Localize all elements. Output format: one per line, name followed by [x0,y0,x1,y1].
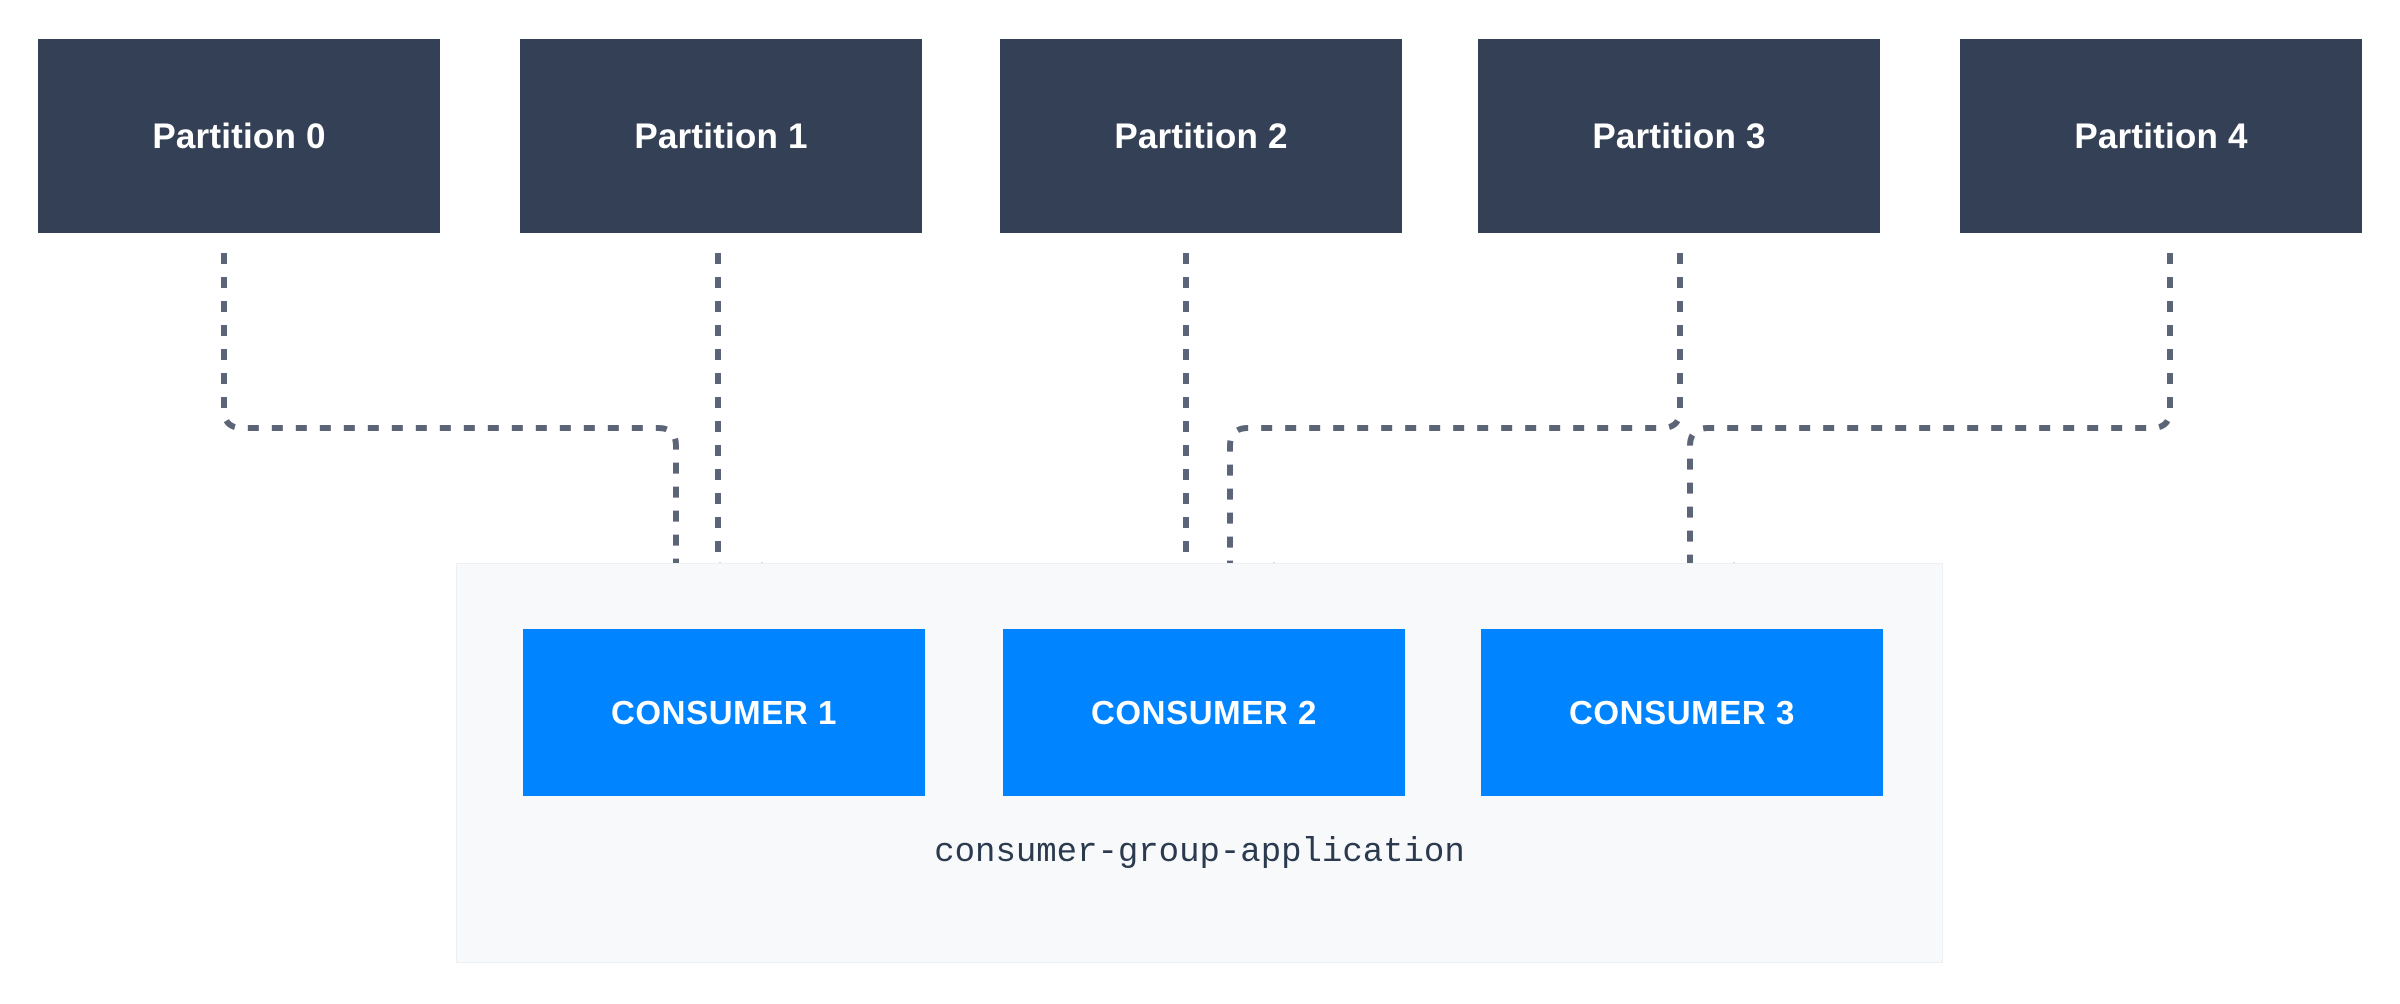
consumer-label-1: CONSUMER 1 [610,694,838,731]
consumer-label-3: CONSUMER 3 [1568,694,1796,731]
partition-label-0: Partition 0 [152,116,326,156]
partition-box-3[interactable]: Partition 3 [1478,39,1880,233]
partition-box-2[interactable]: Partition 2 [1000,39,1402,233]
consumer-label-2: CONSUMER 2 [1090,694,1318,731]
partition-box-4[interactable]: Partition 4 [1960,39,2362,233]
diagram-canvas: Partition 0 Partition 1 Partition 2 Part… [0,0,2400,1004]
partition-label-3: Partition 3 [1592,116,1766,156]
conn-p0-c1 [221,253,721,614]
consumer-group-name: consumer-group-application [934,834,1465,872]
partition-label-2: Partition 2 [1114,116,1288,156]
consumer-box-2[interactable]: CONSUMER 2 [1003,629,1405,796]
conn-p3-c2 [1226,253,1683,614]
partition-label-1: Partition 1 [634,116,808,156]
partition-box-0[interactable]: Partition 0 [38,39,440,233]
consumer-box-1[interactable]: CONSUMER 1 [523,629,925,796]
consumer-box-3[interactable]: CONSUMER 3 [1481,629,1883,796]
consumer-group-container[interactable]: CONSUMER 1 CONSUMER 2 CONSUMER 3 consume… [456,563,1943,963]
partition-label-4: Partition 4 [2074,116,2248,156]
partition-box-1[interactable]: Partition 1 [520,39,922,233]
conn-p4-c3 [1686,253,2173,614]
